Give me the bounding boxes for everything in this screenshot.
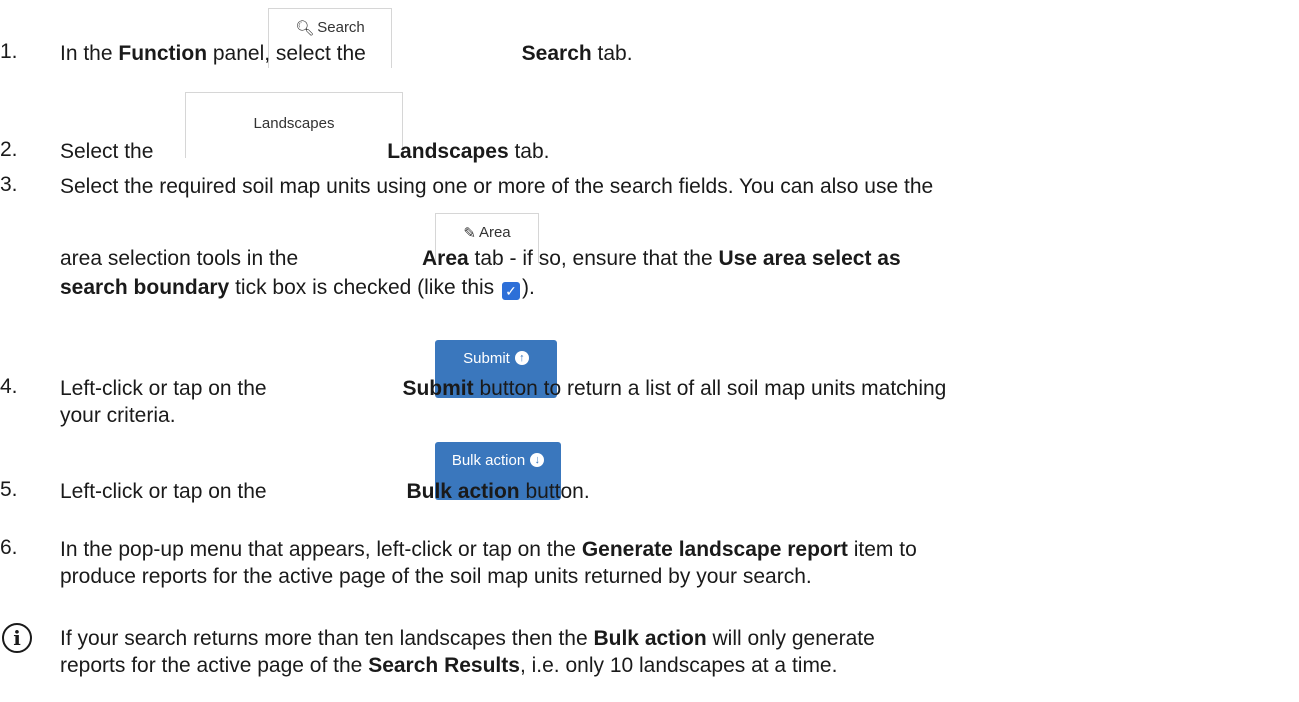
step-3-line-2: area selection tools in the Area tab - i… [60,247,901,270]
landscapes-tab-label: Landscapes [253,115,335,132]
step-4-line-2: your criteria. [60,404,176,427]
submit-label: Submit [463,350,510,367]
step-number: 1. [0,40,18,63]
note-line-1: If your search returns more than ten lan… [60,627,875,650]
step-6: 6. In the pop-up menu that appears, left… [0,530,1299,610]
step-5: Bulk action ↓ 5. Left-click or tap on th… [0,440,1299,530]
info-note: i If your search returns more than ten l… [0,615,1299,695]
step-4: Submit ↑ 4. Left-click or tap on the Sub… [0,335,1299,440]
search-tab-label: Search [317,19,365,36]
step-3: 3. Select the required soil map units us… [0,170,1299,335]
step-3-line-1: Select the required soil map units using… [60,175,934,198]
step-number: 6. [0,536,18,559]
step-2-text: Select the Landscapes tab. [60,140,550,163]
step-2: Landscapes 2. Select the Landscapes tab. [0,90,1299,170]
step-number: 3. [0,173,18,196]
step-1-text: In the Function panel, select the Search… [60,42,633,65]
search-icon: 🔍︎ [295,20,315,37]
step-4-line-1: Left-click or tap on the Submit button t… [60,377,947,400]
step-6-line-1: In the pop-up menu that appears, left-cl… [60,538,917,561]
step-3-line-3: search boundary tick box is checked (lik… [60,276,535,300]
info-icon: i [2,623,32,653]
arrow-down-circle-icon: ↓ [530,453,545,467]
area-tab-label: Area [478,224,511,241]
note-line-2: reports for the active page of the Searc… [60,654,838,677]
step-number: 4. [0,375,18,398]
step-1: 🔍︎ Search 1. In the Function panel, sele… [0,0,1299,80]
arrow-up-circle-icon: ↑ [514,351,529,365]
step-5-text: Left-click or tap on the Bulk action but… [60,480,590,503]
step-number: 2. [0,138,18,161]
edit-icon: ✎ [463,225,476,242]
checkbox-checked-icon: ✓ [502,282,520,300]
step-number: 5. [0,478,18,501]
step-6-line-2: produce reports for the active page of t… [60,565,812,588]
bulk-action-label: Bulk action [451,452,526,469]
